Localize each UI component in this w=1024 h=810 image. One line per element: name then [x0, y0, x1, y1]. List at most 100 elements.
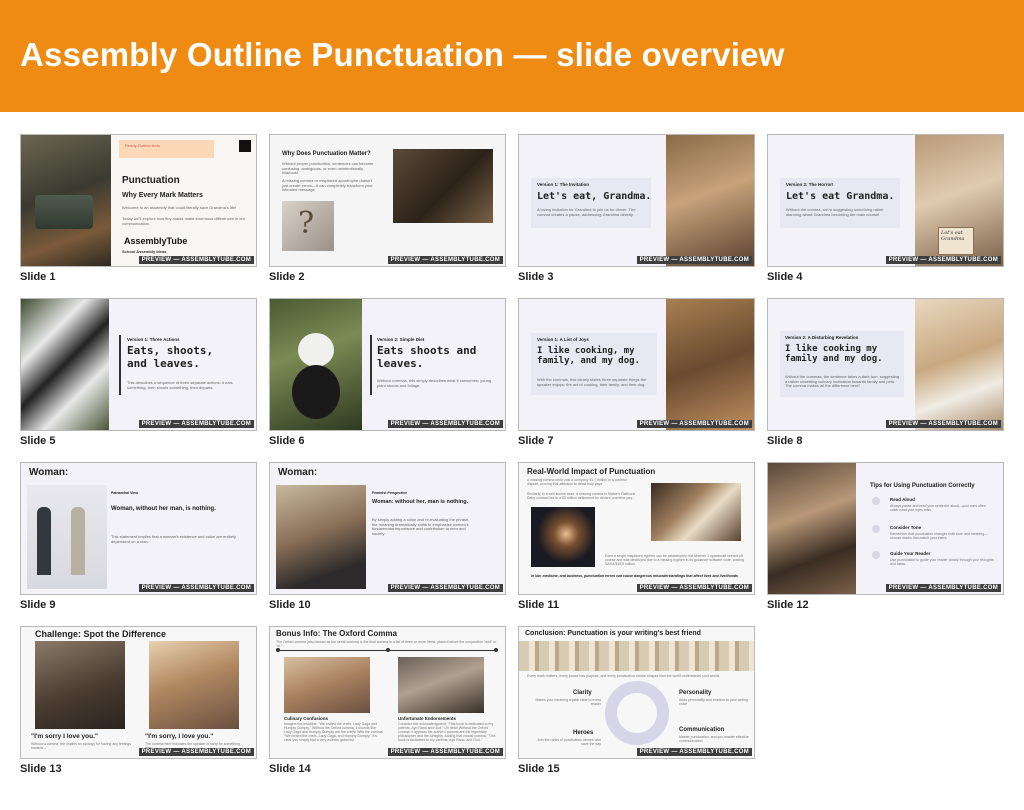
slide-body: With the commas, this clearly states thr… [537, 377, 647, 387]
item-body: Adds personality and emotion to your wri… [679, 698, 748, 707]
library-reader-photo [393, 149, 493, 223]
slide-caption: Slide 4 [767, 271, 803, 283]
preview-watermark: PREVIEW — ASSEMBLYTUBE.COM [138, 420, 254, 428]
slide-quote: Woman, without her man, is nothing. [111, 506, 216, 512]
slide-caption: Slide 3 [518, 271, 554, 283]
slide-thumbnail[interactable]: Woman: Feminist Perspective Woman: witho… [269, 462, 506, 595]
slide-title: Let's eat Grandma. [786, 191, 895, 202]
slide-thumbnail[interactable]: Version 1: Three Actions Eats, shoots, a… [20, 298, 257, 431]
slide-title: Bonus Info: The Oxford Comma [276, 629, 397, 638]
assemblytube-logo: AssemblyTube [124, 236, 188, 246]
slide-card-10[interactable]: Woman: Feminist Perspective Woman: witho… [269, 462, 506, 611]
slide-card-6[interactable]: Version 2: Simple Diet Eats shoots and l… [269, 298, 506, 447]
slide-body: This statement implies that a woman's ex… [111, 534, 237, 544]
slide-caption: Slide 6 [269, 435, 305, 447]
question-mark-glyph: ? [298, 206, 315, 241]
preview-watermark: PREVIEW — ASSEMBLYTUBE.COM [636, 584, 752, 592]
slide-caption: Slide 12 [767, 599, 809, 611]
slide-caption: Slide 2 [269, 271, 305, 283]
slide-title: Why Does Punctuation Matter? [282, 151, 371, 157]
item-title: Heroes [573, 730, 594, 736]
preview-watermark: PREVIEW — ASSEMBLYTUBE.COM [636, 748, 752, 756]
tip-body: Always pause and read your sentence alou… [890, 504, 986, 513]
slide-subtitle: Why Every Mark Matters [122, 192, 203, 199]
slide-caption: Slide 1 [20, 271, 56, 283]
contract-photo [651, 483, 741, 541]
slide-card-11[interactable]: Real-World Impact of Punctuation A missi… [518, 462, 755, 611]
slide-card-15[interactable]: Conclusion: Punctuation is your writing'… [518, 626, 755, 775]
panda-body [292, 365, 340, 419]
preview-watermark: PREVIEW — ASSEMBLYTUBE.COM [387, 256, 503, 264]
slide-body: Today we'll explore how tiny marks make … [122, 216, 245, 226]
slide-body: Without proper punctuation, sentences ca… [282, 161, 374, 176]
slide-grid: Ready-Outline texts Punctuation Why Ever… [20, 134, 1010, 794]
slide-caption: Slide 5 [20, 435, 56, 447]
chefs-photo [284, 657, 370, 713]
slide-card-14[interactable]: Bonus Info: The Oxford Comma The Oxford … [269, 626, 506, 775]
slide-title: Woman: [29, 467, 69, 478]
slide-thumbnail[interactable]: Why Does Punctuation Matter? Without pro… [269, 134, 506, 267]
quote-right: "I'm sorry, I love you." [145, 733, 214, 740]
slide-tag-text: Ready-Outline texts [125, 143, 161, 148]
slide-thumbnail[interactable]: Version 2: A Disturbing Revelation I lik… [767, 298, 1004, 431]
slide-card-8[interactable]: Version 2: A Disturbing Revelation I lik… [767, 298, 1004, 447]
couple-photo [149, 641, 239, 729]
preview-watermark: PREVIEW — ASSEMBLYTUBE.COM [885, 420, 1001, 428]
item-body: Join the ranks of punctuation heroes who… [537, 738, 601, 747]
preview-watermark: PREVIEW — ASSEMBLYTUBE.COM [138, 256, 254, 264]
slide-title: Eats shoots and leaves. [377, 344, 477, 370]
item-body: Master punctuation, and you master effec… [679, 735, 749, 744]
panda-collage-photo [21, 299, 109, 430]
slide-title: Tips for Using Punctuation Correctly [870, 483, 975, 489]
slide-quote: Woman: without her, man is nothing. [372, 499, 469, 505]
slide-body: Even a single misplaced hyphen can be ca… [605, 554, 744, 567]
preview-watermark: PREVIEW — ASSEMBLYTUBE.COM [636, 256, 752, 264]
slide-card-3[interactable]: Version 1: The Invitation Let's eat, Gra… [518, 134, 755, 283]
slide-thumbnail[interactable]: Version 1: A List of Joys I like cooking… [518, 298, 755, 431]
cycle-diagram [605, 681, 669, 745]
item-body: Makes your meaning crystal clear to ever… [535, 698, 601, 707]
slide-caption: Slide 15 [518, 763, 560, 775]
slide-intro: The Oxford comma (also known as the seri… [276, 640, 497, 649]
slide-title: Punctuation [122, 175, 180, 186]
slide-thumbnail[interactable]: Woman: Patriarchal View Woman, without h… [20, 462, 257, 595]
slide-thumbnail[interactable]: Real-World Impact of Punctuation A missi… [518, 462, 755, 595]
slide-body: A missing comma or misplaced apostrophe … [282, 178, 373, 193]
slide-title: Eats, shoots, and leaves. [127, 344, 214, 370]
slide-thumbnail[interactable]: Version 2: Simple Diet Eats shoots and l… [269, 298, 506, 431]
slide-card-9[interactable]: Woman: Patriarchal View Woman, without h… [20, 462, 257, 611]
slide-caption: Slide 10 [269, 599, 311, 611]
slide-body: A loving invitation for Grandma to join … [537, 207, 636, 217]
slide-caption: Slide 14 [269, 763, 311, 775]
slide-card-2[interactable]: Why Does Punctuation Matter? Without pro… [269, 134, 506, 283]
family-cooking-photo [666, 299, 754, 430]
tip-body: Remember that punctuation changes both t… [890, 532, 988, 541]
slide-card-13[interactable]: Challenge: Spot the Difference "I'm sorr… [20, 626, 257, 775]
slide-thumbnail[interactable]: Version 2: The Horror! Let's eat Grandma… [767, 134, 1004, 267]
slide-card-12[interactable]: Tips for Using Punctuation Correctly Rea… [767, 462, 1004, 611]
slide-kicker: Version 1: A List of Joys [537, 337, 589, 342]
slide-thumbnail[interactable]: Ready-Outline texts Punctuation Why Ever… [20, 134, 257, 267]
panda-head [298, 333, 334, 367]
couple-portrait-photo [276, 485, 366, 589]
slide-thumbnail[interactable]: Challenge: Spot the Difference "I'm sorr… [20, 626, 257, 759]
timeline-dot [276, 648, 280, 652]
slide-thumbnail[interactable]: Tips for Using Punctuation Correctly Rea… [767, 462, 1004, 595]
dedication-photo [398, 657, 484, 713]
slide-thumbnail[interactable]: Version 1: The Invitation Let's eat, Gra… [518, 134, 755, 267]
slide-thumbnail[interactable]: Conclusion: Punctuation is your writing'… [518, 626, 755, 759]
tip-title: Consider Tone [890, 525, 922, 530]
slide-body: Without the commas, the sentence takes a… [785, 374, 900, 389]
preview-watermark: PREVIEW — ASSEMBLYTUBE.COM [138, 748, 254, 756]
slide-card-1[interactable]: Ready-Outline texts Punctuation Why Ever… [20, 134, 257, 283]
slide-kicker: Patriarchal View [111, 491, 138, 495]
slide-title: Let's eat, Grandma. [537, 191, 652, 202]
slide-card-5[interactable]: Version 1: Three Actions Eats, shoots, a… [20, 298, 257, 447]
tip-body: Use punctuation to guide your reader cle… [890, 558, 994, 567]
preview-watermark: PREVIEW — ASSEMBLYTUBE.COM [387, 584, 503, 592]
slide-footer: In law, medicine, and business, punctuat… [531, 574, 738, 578]
slide-card-4[interactable]: Version 2: The Horror! Let's eat Grandma… [767, 134, 1004, 283]
slide-thumbnail[interactable]: Bonus Info: The Oxford Comma The Oxford … [269, 626, 506, 759]
slide-card-7[interactable]: Version 1: A List of Joys I like cooking… [518, 298, 755, 447]
spacecraft-photo [531, 507, 595, 567]
